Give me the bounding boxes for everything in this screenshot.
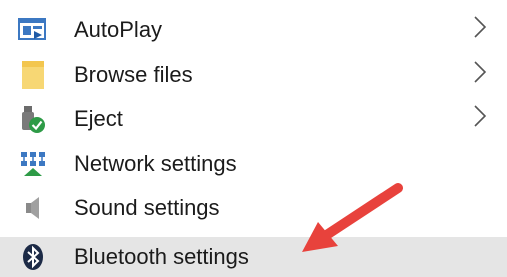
menu-item-label: Browse files [74,61,193,87]
menu-item-network-settings[interactable]: Network settings [0,142,507,187]
bluetooth-icon [16,240,50,274]
autoplay-icon [16,13,50,47]
menu-item-label: Sound settings [74,195,220,221]
speaker-icon [16,191,50,225]
menu-item-sound-settings[interactable]: Sound settings [0,186,507,231]
folder-icon [16,58,50,92]
menu-item-label: AutoPlay [74,17,163,43]
menu-item-eject[interactable]: Eject [0,97,507,142]
chevron-right-icon [473,60,487,90]
menu-item-label: Eject [74,106,123,132]
chevron-right-icon [473,15,487,45]
menu-item-bluetooth-settings[interactable]: Bluetooth settings [0,236,507,277]
menu-item-label: Bluetooth settings [74,243,249,269]
menu-item-browse-files[interactable]: Browse files [0,53,507,98]
context-menu: AutoPlay Browse files Eject Network sett… [0,8,507,277]
chevron-right-icon [473,104,487,134]
menu-item-autoplay[interactable]: AutoPlay [0,8,507,53]
usb-eject-icon [16,102,50,136]
menu-item-label: Network settings [74,150,237,176]
network-icon [16,147,50,181]
